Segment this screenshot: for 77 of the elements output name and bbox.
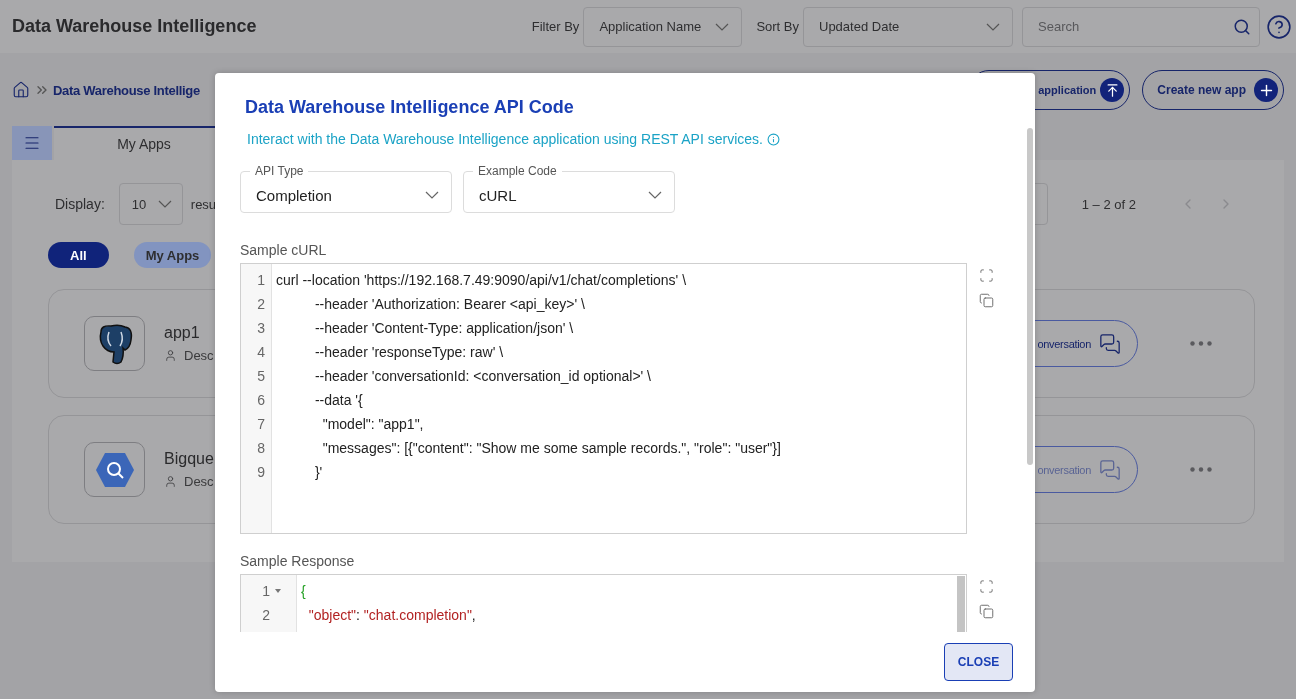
- expand-icon[interactable]: [979, 579, 994, 594]
- code-line: --data '{: [313, 391, 363, 410]
- chevron-down-icon: [425, 191, 439, 199]
- search-box[interactable]: Search: [1022, 6, 1260, 47]
- select-field[interactable]: API Type Completion: [240, 164, 452, 213]
- copy-icon[interactable]: [979, 293, 994, 308]
- chevron-down-icon: [157, 200, 172, 208]
- filter-label: Filter By: [531, 19, 580, 34]
- filter-dropdown[interactable]: Application Name: [583, 6, 743, 47]
- line-number: 8: [257, 440, 265, 456]
- section-label: Sample Response: [240, 552, 356, 571]
- home-icon[interactable]: [12, 81, 30, 99]
- line-number: 9: [257, 464, 265, 480]
- scrollbar[interactable]: [957, 576, 965, 632]
- app-name: Bigque: [164, 450, 214, 468]
- app-description: Desc: [184, 348, 214, 363]
- results-label: resu: [190, 196, 217, 212]
- line-number: 2: [262, 607, 270, 623]
- line-number: 3: [257, 320, 265, 336]
- close-button[interactable]: CLOSE: [944, 643, 1013, 681]
- search-field[interactable]: Search: [1023, 8, 1233, 45]
- more-button[interactable]: [1190, 341, 1212, 346]
- sort-label: Sort By: [756, 19, 799, 34]
- filter-chip[interactable]: All: [48, 242, 109, 268]
- app-description: Desc: [184, 474, 214, 489]
- code-line: --header 'Authorization: Bearer <api_key>' \: [313, 295, 585, 314]
- code-editor[interactable]: [240, 263, 967, 534]
- field-label: Example Code: [473, 164, 562, 178]
- page-size-dropdown[interactable]: 10: [118, 183, 183, 225]
- info-icon[interactable]: [766, 132, 780, 146]
- chevron-down-icon: [986, 22, 1000, 31]
- chevron-down-icon: [648, 191, 662, 199]
- code-line: "object": "chat.completion",: [307, 606, 476, 625]
- breadcrumb-link[interactable]: Data Warehouse Intellige: [53, 82, 200, 98]
- app-title: Data Warehouse Intelligence: [12, 16, 258, 37]
- hexagon-query-icon: [94, 451, 135, 488]
- line-number: 4: [257, 344, 265, 360]
- code-line: --header 'Content-Type: application/json' \: [313, 319, 574, 338]
- code-line: "messages": [{"content": "Show me some sample records.", "role": "user"}]: [321, 439, 781, 458]
- more-icon: [1190, 341, 1212, 346]
- more-button[interactable]: [1190, 467, 1212, 472]
- scrollbar[interactable]: [1027, 128, 1033, 465]
- chat-icon: [1099, 458, 1121, 481]
- code-line: }': [313, 463, 323, 482]
- expand-icon[interactable]: [979, 268, 994, 283]
- help-icon[interactable]: [1266, 13, 1292, 40]
- user-icon: [164, 349, 177, 362]
- code-line: {: [301, 582, 306, 601]
- menu-button[interactable]: [12, 126, 52, 160]
- line-number: 5: [257, 368, 265, 384]
- dialog-subtitle: Interact with the Data Warehouse Intelligence application using REST API services.: [247, 131, 763, 147]
- select-field[interactable]: Example Code cURL: [463, 164, 675, 213]
- chevron-down-icon: [715, 22, 730, 31]
- app-name: app1: [164, 324, 201, 342]
- line-number: 7: [257, 416, 265, 432]
- user-icon: [164, 475, 177, 488]
- code-line: --header 'conversationId: <conversation_id optional>' \: [313, 367, 651, 386]
- line-number: 1: [257, 272, 265, 288]
- field-label: API Type: [250, 164, 309, 178]
- chat-icon: [1099, 332, 1121, 355]
- dialog-title: Data Warehouse Intelligence API Code: [244, 96, 575, 119]
- code-line: "model": "app1",: [321, 415, 424, 434]
- section-label: Sample cURL: [240, 241, 328, 260]
- code-line: --header 'responseType: raw' \: [313, 343, 504, 362]
- more-icon: [1190, 467, 1212, 472]
- line-number: 2: [257, 296, 265, 312]
- line-number: 6: [257, 392, 265, 408]
- fold-icon[interactable]: [275, 589, 281, 593]
- menu-icon: [23, 134, 41, 152]
- line-number: 1: [262, 583, 270, 599]
- search-icon[interactable]: [1233, 17, 1251, 36]
- pagination-range: 1 – 2 of 2: [1081, 196, 1136, 212]
- display-label: Display:: [55, 196, 105, 212]
- code-line: curl --location 'https://192.168.7.49:9090/api/v1/chat/completions' \: [276, 271, 687, 290]
- sort-dropdown[interactable]: Updated Date: [803, 6, 1013, 47]
- copy-icon[interactable]: [979, 604, 994, 619]
- filter-chip[interactable]: My Apps: [133, 242, 212, 268]
